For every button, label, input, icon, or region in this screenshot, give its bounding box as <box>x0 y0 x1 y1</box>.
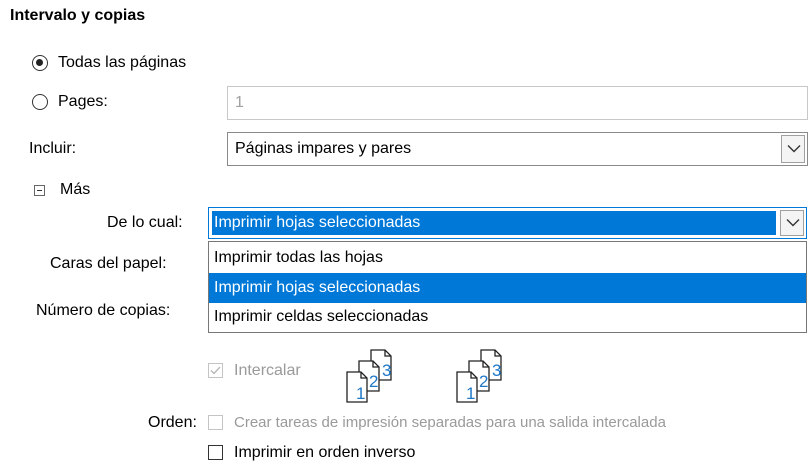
of-which-dropdown-list[interactable]: Imprimir todas las hojas Imprimir hojas … <box>208 241 807 333</box>
pages-radio-indicator[interactable] <box>32 94 48 110</box>
separate-jobs-label: Crear tareas de impresión separadas para… <box>234 414 666 431</box>
collate-pages-icon: 3 2 1 <box>456 349 502 403</box>
separate-jobs-checkbox-box[interactable] <box>208 415 223 430</box>
collapse-icon[interactable] <box>34 185 45 196</box>
include-dropdown-button[interactable] <box>781 135 805 163</box>
section-title: Intervalo y copias <box>10 7 146 24</box>
collate-checkbox[interactable]: Intercalar <box>208 360 328 382</box>
copies-label: Número de copias: <box>36 302 171 319</box>
collate-page-number: 2 <box>479 372 488 391</box>
more-label: Más <box>60 181 91 198</box>
separate-jobs-checkbox[interactable]: Crear tareas de impresión separadas para… <box>208 412 808 434</box>
all-pages-radio[interactable]: Todas las páginas <box>32 53 222 75</box>
include-select[interactable]: Páginas impares y pares <box>227 132 808 166</box>
of-which-select[interactable]: Imprimir hojas seleccionadas <box>208 207 807 239</box>
pages-radio[interactable]: Pages: <box>32 92 142 114</box>
reverse-order-checkbox[interactable]: Imprimir en orden inverso <box>208 442 488 464</box>
pages-input-value: 1 <box>235 94 244 111</box>
chevron-down-icon <box>787 145 801 153</box>
chevron-down-icon <box>786 219 800 227</box>
collate-page-number: 2 <box>369 372 378 391</box>
of-which-label: De lo cual: <box>107 214 183 231</box>
of-which-select-value: Imprimir hojas seleccionadas <box>212 211 776 235</box>
collate-page-number: 3 <box>492 361 501 380</box>
collate-label: Intercalar <box>234 362 301 379</box>
include-label: Incluir: <box>29 140 77 157</box>
collate-page-number: 3 <box>382 361 391 380</box>
order-label: Orden: <box>148 414 197 431</box>
dropdown-option[interactable]: Imprimir celdas seleccionadas <box>209 302 806 332</box>
paper-sides-label: Caras del papel: <box>50 255 167 272</box>
pages-input[interactable]: 1 <box>227 86 808 120</box>
include-select-value: Páginas impares y pares <box>235 140 412 157</box>
dropdown-option-selected[interactable]: Imprimir hojas seleccionadas <box>209 273 806 303</box>
collate-checkbox-box[interactable] <box>208 363 223 378</box>
all-pages-radio-indicator[interactable] <box>32 55 48 71</box>
dropdown-option[interactable]: Imprimir todas las hojas <box>209 243 806 273</box>
checkmark-icon <box>210 366 221 375</box>
pages-label: Pages: <box>58 93 108 110</box>
reverse-order-checkbox-box[interactable] <box>208 445 223 460</box>
of-which-dropdown-button[interactable] <box>780 210 804 236</box>
collate-page-number: 1 <box>466 384 475 403</box>
all-pages-label: Todas las páginas <box>58 54 187 71</box>
more-expander[interactable]: Más <box>34 180 104 202</box>
collate-page-number: 1 <box>356 384 365 403</box>
collate-pages-icon: 3 2 1 <box>346 349 392 403</box>
reverse-order-label: Imprimir en orden inverso <box>234 444 416 461</box>
